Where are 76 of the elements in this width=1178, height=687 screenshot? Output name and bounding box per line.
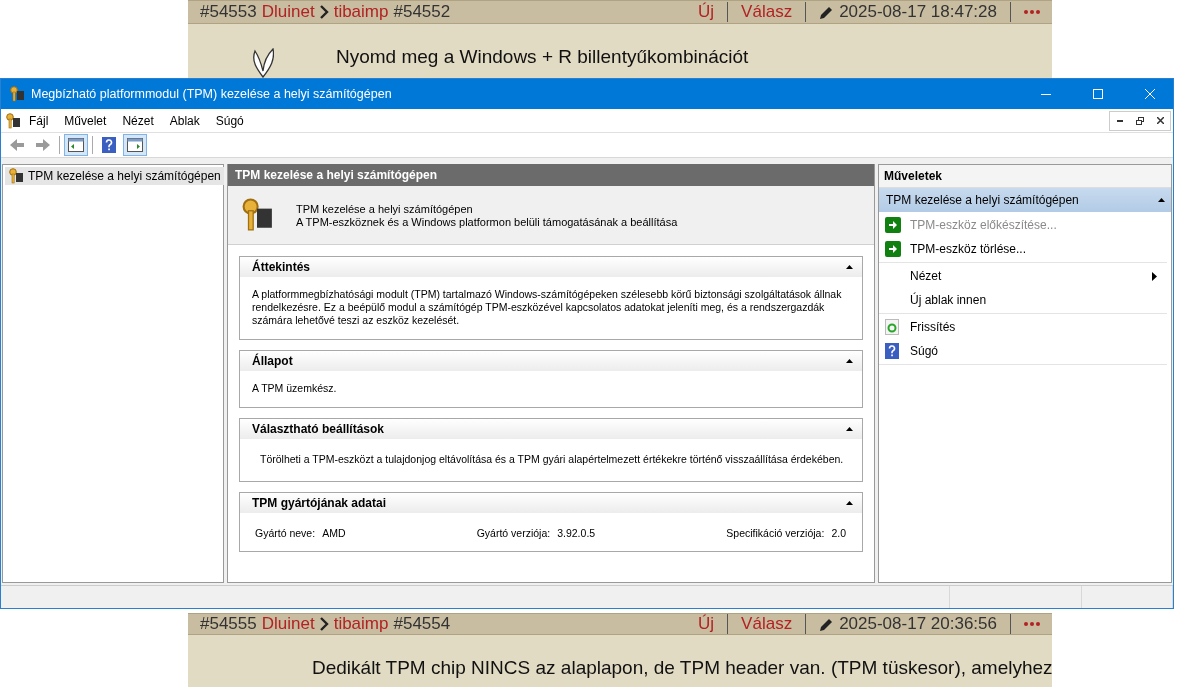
action-group-header[interactable]: TPM kezelése a helyi számítógépen bbox=[879, 188, 1171, 212]
key-chip-icon bbox=[9, 86, 25, 102]
post-timestamp: 2025-08-17 20:36:56 bbox=[839, 614, 997, 634]
post-timestamp: 2025-08-17 18:47:28 bbox=[839, 2, 997, 22]
field-label: Gyártó verziója: bbox=[476, 527, 551, 539]
new-link[interactable]: Új bbox=[698, 614, 715, 634]
reply-number: #54552 bbox=[393, 2, 451, 22]
action-pane-toggle-button[interactable] bbox=[123, 134, 147, 156]
collapse-icon[interactable] bbox=[1158, 198, 1165, 202]
close-icon bbox=[1145, 89, 1155, 99]
left-arrow-icon bbox=[10, 139, 24, 151]
collapse-icon[interactable] bbox=[846, 265, 853, 269]
action-item[interactable]: Súgó bbox=[879, 339, 1167, 363]
post-number: #54553 bbox=[200, 2, 257, 22]
maximize-icon bbox=[1093, 89, 1103, 99]
actions-header: Műveletek bbox=[879, 165, 1171, 188]
tree-item[interactable]: TPM kezelése a helyi számítógépen bbox=[5, 167, 224, 185]
new-link[interactable]: Új bbox=[698, 2, 715, 22]
pencil-icon bbox=[819, 4, 835, 20]
action-item[interactable]: Frissítés bbox=[879, 315, 1167, 339]
action-item[interactable]: Új ablak innen bbox=[879, 288, 1167, 312]
section-text: Törölheti a TPM-eszközt a tulajdonjog eltávolítása és a TPM gyári alapértelmezett értékekre történő visszaállítása érdekében. bbox=[260, 453, 844, 465]
intro-description: A TPM-eszköznek és a Windows platformon belüli támogatásának a beállítása bbox=[296, 215, 678, 228]
reply-link[interactable]: Válasz bbox=[741, 614, 793, 634]
section-text: A TPM üzemkész. bbox=[252, 382, 337, 394]
minimize-icon bbox=[1041, 93, 1051, 95]
post-number: #54555 bbox=[200, 614, 257, 634]
section-text: A platformmegbízhatósági modult (TPM) tartalmazó Windows-számítógépeken szélesebb körű biztonsági szolgáltatások állnak rendelkezésre. Ez a beépülő modul a számítógép TPM-eszközével kapcsolatos adatokat jeleníti meg, és a rendszergazdák számára lehetővé teszi az eszköz kezelését. bbox=[252, 288, 842, 326]
author-link[interactable]: Dluinet bbox=[261, 2, 315, 22]
key-chip-icon bbox=[240, 198, 274, 232]
author-link[interactable]: Dluinet bbox=[261, 614, 315, 634]
section-title: TPM gyártójának adatai bbox=[252, 496, 387, 510]
intro-title: TPM kezelése a helyi számítógépen bbox=[296, 202, 474, 215]
menu-item[interactable]: Ablak bbox=[161, 111, 208, 130]
close-icon bbox=[1156, 117, 1164, 124]
field-value: 3.92.0.5 bbox=[557, 527, 596, 539]
post-text: Nyomd meg a Windows + R billentyűkombinációt bbox=[336, 46, 749, 68]
refresh-icon bbox=[885, 319, 899, 335]
key-chip-icon bbox=[5, 112, 21, 129]
menu-item[interactable]: Nézet bbox=[114, 111, 162, 130]
help-icon bbox=[102, 137, 116, 153]
reply-to-link[interactable]: tibaimp bbox=[333, 2, 389, 22]
field-value: 2.0 bbox=[831, 527, 846, 539]
reply-to-link[interactable]: tibaimp bbox=[333, 614, 389, 634]
collapse-icon[interactable] bbox=[846, 427, 853, 431]
restore-icon bbox=[1136, 116, 1144, 125]
more-icon[interactable] bbox=[1024, 622, 1040, 626]
field-label: Gyártó neve: bbox=[255, 527, 316, 539]
reply-number: #54554 bbox=[393, 614, 451, 634]
avatar-drawing bbox=[250, 48, 274, 78]
menu-item[interactable]: Súgó bbox=[207, 111, 252, 130]
action-item[interactable]: Nézet bbox=[879, 264, 1167, 288]
reply-link[interactable]: Válasz bbox=[741, 2, 793, 22]
tree-toggle-button[interactable] bbox=[64, 134, 88, 156]
section-title: Állapot bbox=[252, 354, 293, 368]
menu-item[interactable]: Fájl bbox=[21, 111, 57, 130]
section-title: Áttekintés bbox=[252, 260, 310, 274]
chevron-icon bbox=[319, 617, 329, 631]
more-icon[interactable] bbox=[1024, 10, 1040, 14]
collapse-icon[interactable] bbox=[846, 501, 853, 505]
pane-header: TPM kezelése a helyi számítógépen bbox=[228, 164, 874, 186]
menu-item[interactable]: Művelet bbox=[56, 111, 115, 130]
minimize-icon bbox=[1117, 119, 1123, 122]
help-icon bbox=[885, 343, 899, 359]
window-title: Megbízható platformmodul (TPM) kezelése a helyi számítógépen bbox=[31, 87, 393, 101]
field-label: Specifikáció verziója: bbox=[726, 527, 825, 539]
right-arrow-icon bbox=[36, 139, 50, 151]
action-item[interactable]: TPM-eszköz törlése... bbox=[879, 237, 1167, 261]
chevron-icon bbox=[319, 5, 329, 19]
section-title: Választható beállítások bbox=[252, 422, 385, 436]
submenu-arrow-icon bbox=[1152, 271, 1157, 281]
pencil-icon bbox=[819, 616, 835, 632]
key-chip-icon bbox=[8, 168, 24, 184]
post-text: Dedikált TPM chip NINCS az alaplapon, de TPM header van. (TPM tüskesor), amelyhez bbox=[312, 657, 1053, 679]
field-value: AMD bbox=[322, 527, 346, 539]
collapse-icon[interactable] bbox=[846, 359, 853, 363]
